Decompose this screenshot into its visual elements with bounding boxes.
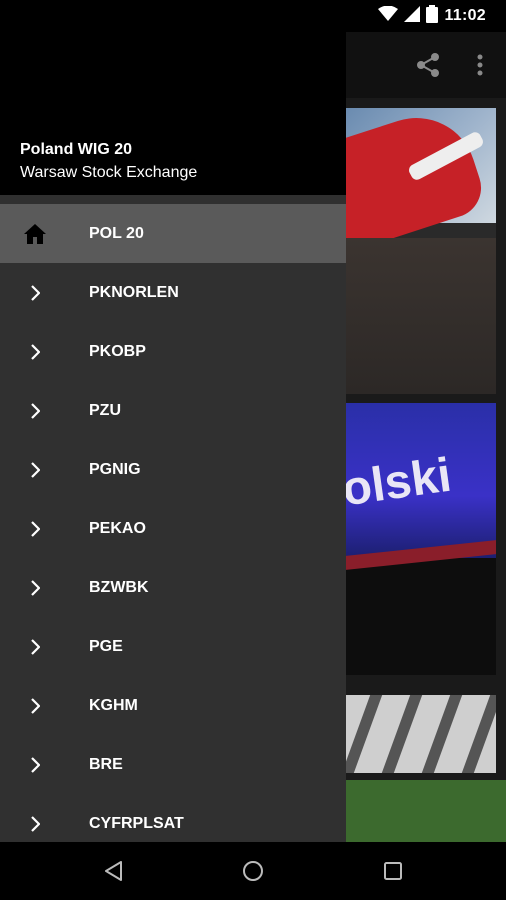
wifi-icon <box>378 5 399 27</box>
drawer-item-label: PGNIG <box>89 461 141 478</box>
drawer-item-label: PGE <box>89 638 123 655</box>
recents-icon[interactable] <box>378 856 408 886</box>
news-card-image[interactable] <box>346 780 506 842</box>
cell-signal-icon <box>404 5 421 27</box>
card-image-beam <box>461 695 496 773</box>
status-icons: 11:02 <box>378 4 486 28</box>
drawer-item-pzu[interactable]: PZU <box>0 381 346 440</box>
drawer-item-bre[interactable]: BRE <box>0 735 346 794</box>
drawer-item-pknorlen[interactable]: PKNORLEN <box>0 263 346 322</box>
chevron-right-icon <box>23 399 47 423</box>
card-image-beam <box>381 695 423 773</box>
navigation-drawer: Poland WIG 20 Warsaw Stock Exchange POL … <box>0 32 346 842</box>
share-icon[interactable] <box>413 50 443 80</box>
news-card-image[interactable]: olski <box>346 403 496 675</box>
drawer-item-kghm[interactable]: KGHM <box>0 676 346 735</box>
drawer-header: Poland WIG 20 Warsaw Stock Exchange <box>0 32 346 195</box>
chevron-right-icon <box>23 340 47 364</box>
drawer-item-pekao[interactable]: PEKAO <box>0 499 346 558</box>
card-image-wall <box>346 238 496 394</box>
drawer-item-pge[interactable]: PGE <box>0 617 346 676</box>
chevron-right-icon <box>23 753 47 777</box>
system-navigation-bar <box>0 842 506 900</box>
drawer-subtitle: Warsaw Stock Exchange <box>20 164 198 181</box>
drawer-item-label: BZWBK <box>89 579 149 596</box>
drawer-item-label: PKNORLEN <box>89 284 179 301</box>
drawer-item-label: CYFRPLSAT <box>89 815 184 832</box>
drawer-item-label: KGHM <box>89 697 138 714</box>
news-card-image[interactable] <box>346 108 496 394</box>
chevron-right-icon <box>23 812 47 836</box>
drawer-item-cyfrplsat[interactable]: CYFRPLSAT <box>0 794 346 842</box>
chevron-right-icon <box>23 517 47 541</box>
drawer-item-label: PZU <box>89 402 121 419</box>
chevron-right-icon <box>23 635 47 659</box>
drawer-item-label: PKOBP <box>89 343 146 360</box>
drawer-item-pkobp[interactable]: PKOBP <box>0 322 346 381</box>
status-time: 11:02 <box>444 7 486 24</box>
drawer-item-label: PEKAO <box>89 520 146 537</box>
drawer-item-pol20[interactable]: POL 20 <box>0 204 346 263</box>
news-card-image[interactable] <box>346 695 496 773</box>
card-image-beam <box>346 695 383 773</box>
chevron-right-icon <box>23 281 47 305</box>
chevron-right-icon <box>23 458 47 482</box>
status-bar: 11:02 <box>0 0 506 32</box>
drawer-item-pgnig[interactable]: PGNIG <box>0 440 346 499</box>
home-icon <box>23 222 47 246</box>
drawer-item-bzwbk[interactable]: BZWBK <box>0 558 346 617</box>
chevron-right-icon <box>23 576 47 600</box>
card-image-beam <box>421 695 463 773</box>
more-options-icon[interactable] <box>468 50 492 80</box>
drawer-item-label: BRE <box>89 756 123 773</box>
drawer-list: POL 20 PKNORLEN PKOBP PZU PGNIG PEKAO BZ… <box>0 204 346 842</box>
drawer-title: Poland WIG 20 <box>20 141 133 158</box>
back-icon[interactable] <box>99 856 129 886</box>
chevron-right-icon <box>23 694 47 718</box>
home-button-icon[interactable] <box>238 856 268 886</box>
drawer-item-label: POL 20 <box>89 225 144 242</box>
battery-icon <box>426 4 439 28</box>
